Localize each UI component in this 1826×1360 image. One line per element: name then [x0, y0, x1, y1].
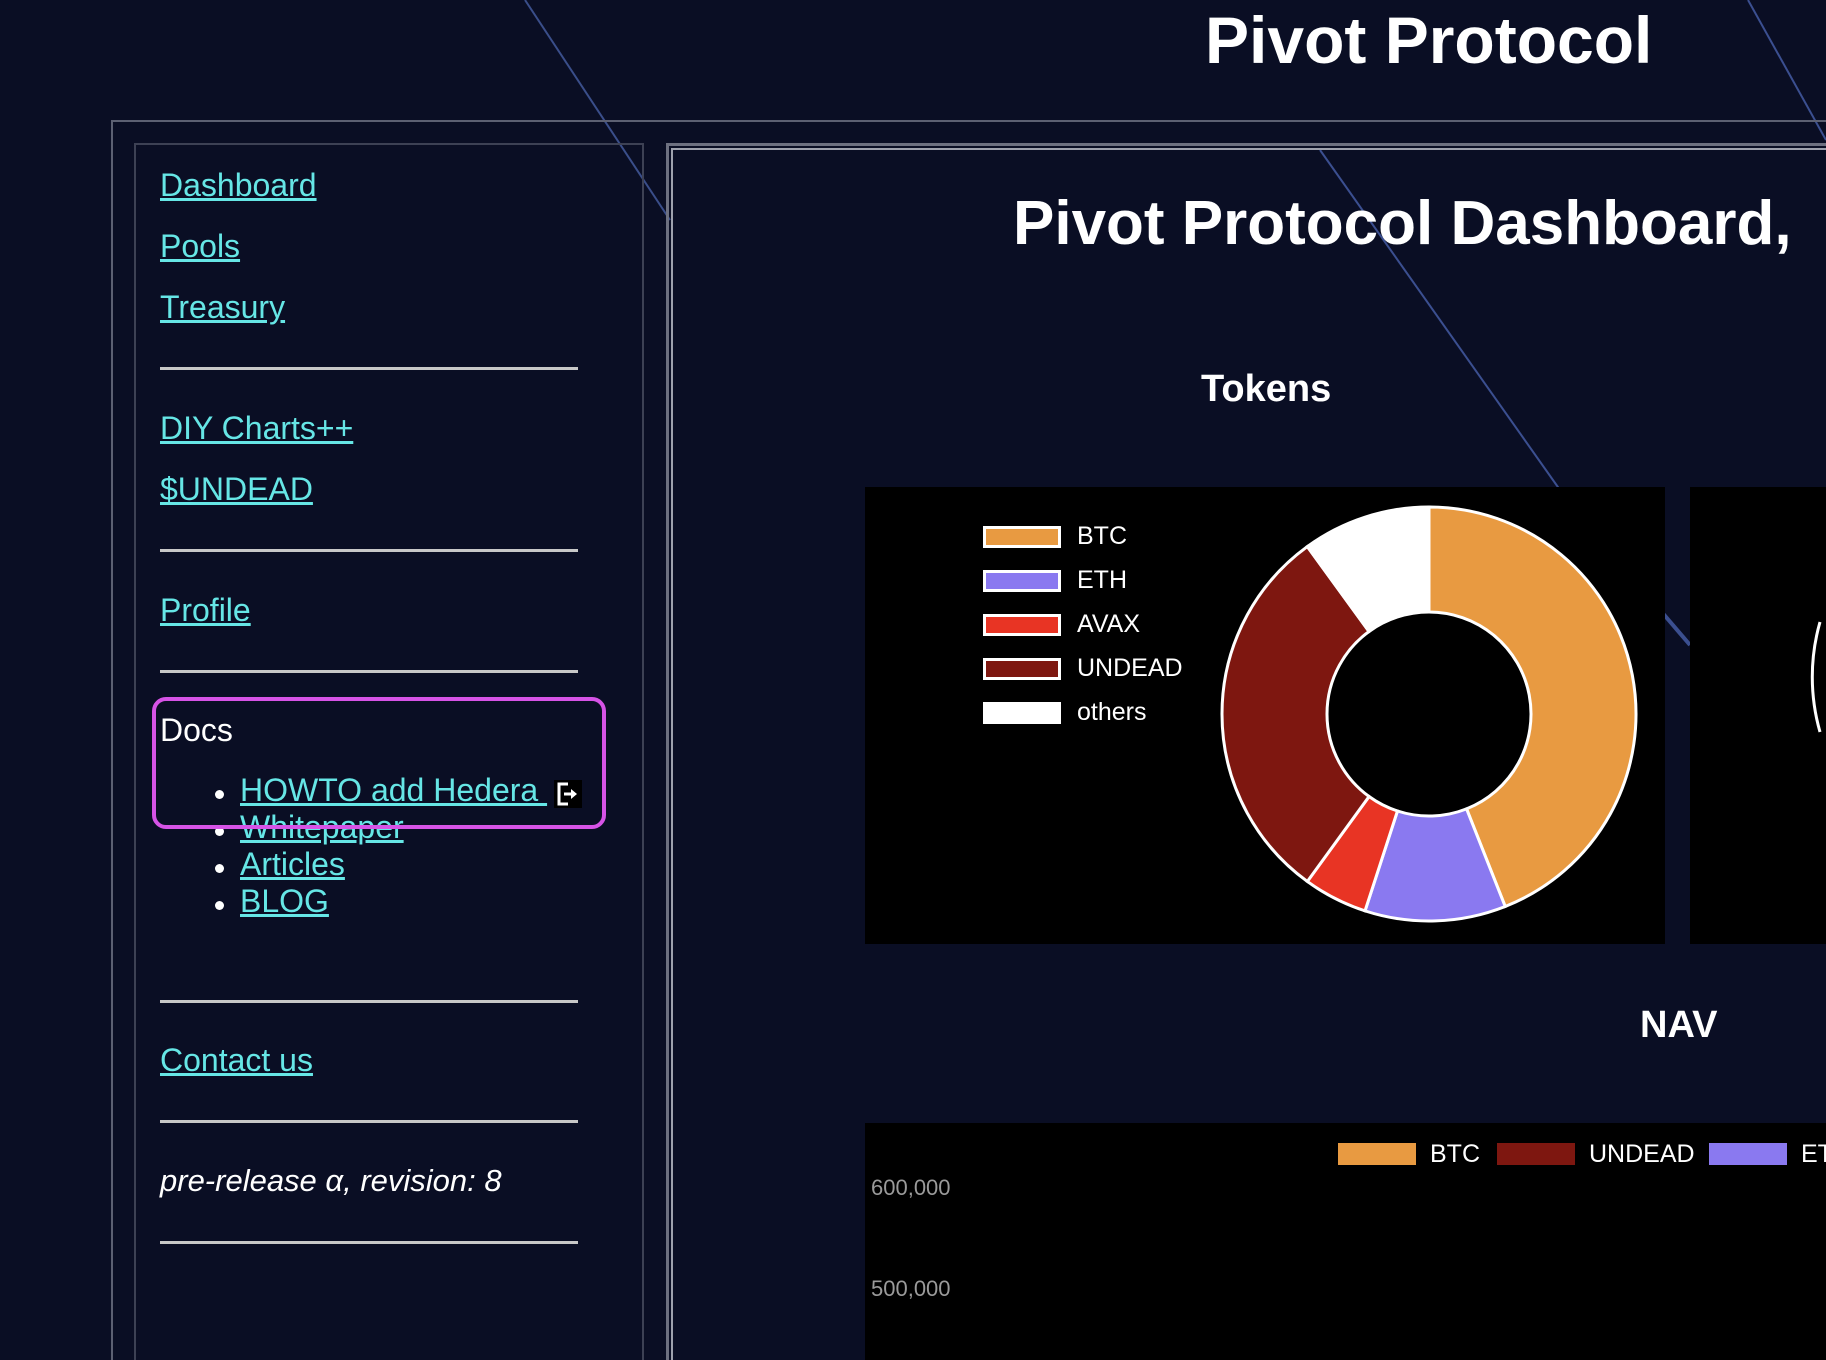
nav-legend-swatch-undead[interactable] — [1497, 1143, 1575, 1165]
sidebar-link-profile[interactable]: Profile — [160, 592, 251, 629]
sidebar-divider — [160, 1120, 578, 1123]
nav-chart-panel: BTC UNDEAD ET 600,000 500,000 — [865, 1123, 1826, 1360]
tokens-chart-panel: BTC ETH AVAX UNDEAD others — [865, 487, 1665, 944]
site-title: Pivot Protocol — [1205, 3, 1653, 77]
sidebar-divider — [160, 670, 578, 673]
nav-section-title: NAV — [1640, 1004, 1718, 1046]
sidebar-divider — [160, 1241, 578, 1244]
docs-link-blog[interactable]: BLOG — [240, 883, 329, 919]
docs-list-item: Articles — [160, 846, 583, 883]
secondary-chart-panel — [1690, 487, 1826, 944]
nav-y-tick-label: 600,000 — [871, 1175, 951, 1200]
nav-legend-label-undead[interactable]: UNDEAD — [1589, 1140, 1695, 1169]
docs-link-articles[interactable]: Articles — [240, 846, 345, 882]
sidebar-divider — [160, 549, 578, 552]
sidebar-link-diy-charts[interactable]: DIY Charts++ — [160, 410, 353, 447]
nav-legend-label-btc[interactable]: BTC — [1430, 1140, 1480, 1169]
tokens-donut-chart — [1220, 505, 1638, 923]
nav-y-tick-label: 500,000 — [871, 1276, 951, 1301]
sidebar-link-contact[interactable]: Contact us — [160, 1042, 313, 1079]
nav-legend-swatch-et[interactable] — [1709, 1143, 1787, 1165]
docs-list-item: BLOG — [160, 883, 583, 920]
nav-legend-swatch-btc[interactable] — [1338, 1143, 1416, 1165]
nav-legend-label-et[interactable]: ET — [1801, 1140, 1826, 1169]
sidebar-divider — [160, 1000, 578, 1003]
focus-highlight — [152, 697, 606, 829]
sidebar-link-dashboard[interactable]: Dashboard — [160, 167, 317, 204]
version-label: pre-release α, revision: 8 — [160, 1163, 502, 1198]
tokens-section-title: Tokens — [1201, 368, 1332, 410]
secondary-chart-arc — [1810, 621, 1822, 733]
page-title: Pivot Protocol Dashboard, — [1013, 189, 1792, 258]
sidebar-link-treasury[interactable]: Treasury — [160, 289, 285, 326]
sidebar-link-pools[interactable]: Pools — [160, 228, 240, 265]
sidebar-divider — [160, 367, 578, 370]
sidebar-link-undead[interactable]: $UNDEAD — [160, 471, 313, 508]
